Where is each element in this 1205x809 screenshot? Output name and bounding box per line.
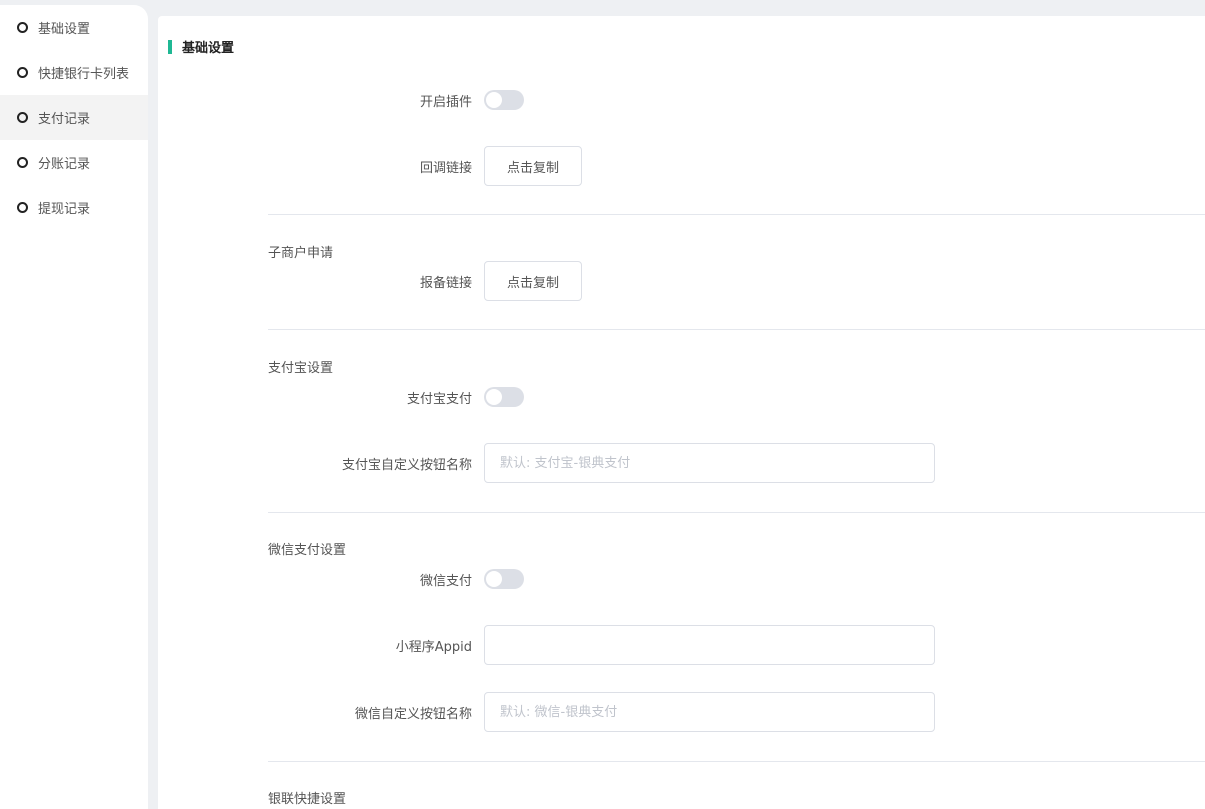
miniprogram-appid-label: 小程序Appid [395,639,472,655]
sidebar-item-label: 分账记录 [38,157,91,172]
section-submerchant: 子商户申请 [268,246,334,261]
page-title: 基础设置 [168,37,234,56]
miniprogram-appid-input[interactable] [484,625,935,665]
title-accent-bar [168,39,172,54]
copy-report-link-button[interactable]: 点击复制 [484,261,582,301]
page-title-text: 基础设置 [182,41,235,56]
sidebar-item-payment-records[interactable]: 支付记录 [0,95,148,140]
divider [268,329,1205,330]
enable-plugin-toggle[interactable] [484,90,524,110]
circle-icon [17,112,28,123]
copy-callback-link-button[interactable]: 点击复制 [484,146,582,186]
report-link-label: 报备链接 [419,275,472,291]
sidebar-item-basic-settings[interactable]: 基础设置 [0,5,148,50]
wechat-name-label: 微信自定义按钮名称 [354,706,472,722]
circle-icon [17,67,28,78]
sidebar-item-label: 提现记录 [38,202,91,217]
callback-link-label: 回调链接 [419,160,472,176]
sidebar-item-label: 快捷银行卡列表 [38,67,130,82]
divider [268,214,1205,215]
wechat-toggle-label: 微信支付 [419,573,472,589]
circle-icon [17,22,28,33]
section-unionpay: 银联快捷设置 [268,792,347,807]
sidebar-item-withdraw-records[interactable]: 提现记录 [0,185,148,230]
section-wechat: 微信支付设置 [268,543,347,558]
sidebar: 基础设置 快捷银行卡列表 支付记录 分账记录 提现记录 [0,5,148,809]
alipay-toggle[interactable] [484,387,524,407]
alipay-name-input[interactable] [484,443,935,483]
settings-card: 基础设置 开启插件 回调链接 点击复制 子商户申请 报备链接 点击复制 支付宝设置 … [158,16,1205,809]
sidebar-item-bank-cards[interactable]: 快捷银行卡列表 [0,50,148,95]
circle-icon [17,157,28,168]
enable-plugin-label: 开启插件 [419,94,472,110]
section-alipay: 支付宝设置 [268,361,334,376]
sidebar-item-label: 基础设置 [38,22,91,37]
alipay-toggle-label: 支付宝支付 [406,391,472,407]
wechat-name-input[interactable] [484,692,935,732]
wechat-toggle[interactable] [484,569,524,589]
alipay-name-label: 支付宝自定义按钮名称 [341,457,472,473]
sidebar-item-label: 支付记录 [38,112,91,127]
divider [268,512,1205,513]
divider [268,761,1205,762]
sidebar-item-split-records[interactable]: 分账记录 [0,140,148,185]
circle-icon [17,202,28,213]
